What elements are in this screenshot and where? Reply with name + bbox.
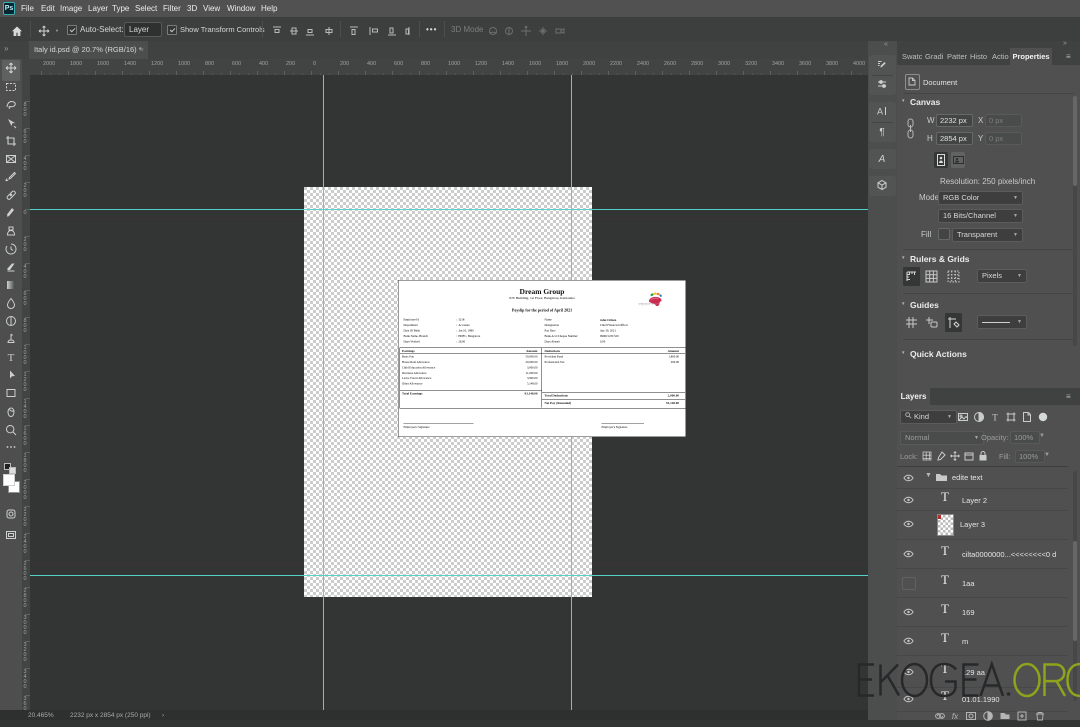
- svg-text:¶: ¶: [879, 127, 884, 137]
- svg-text:A: A: [877, 107, 883, 117]
- svg-text:A: A: [878, 154, 886, 164]
- svg-text:T: T: [8, 352, 15, 363]
- svg-text:T: T: [992, 413, 998, 423]
